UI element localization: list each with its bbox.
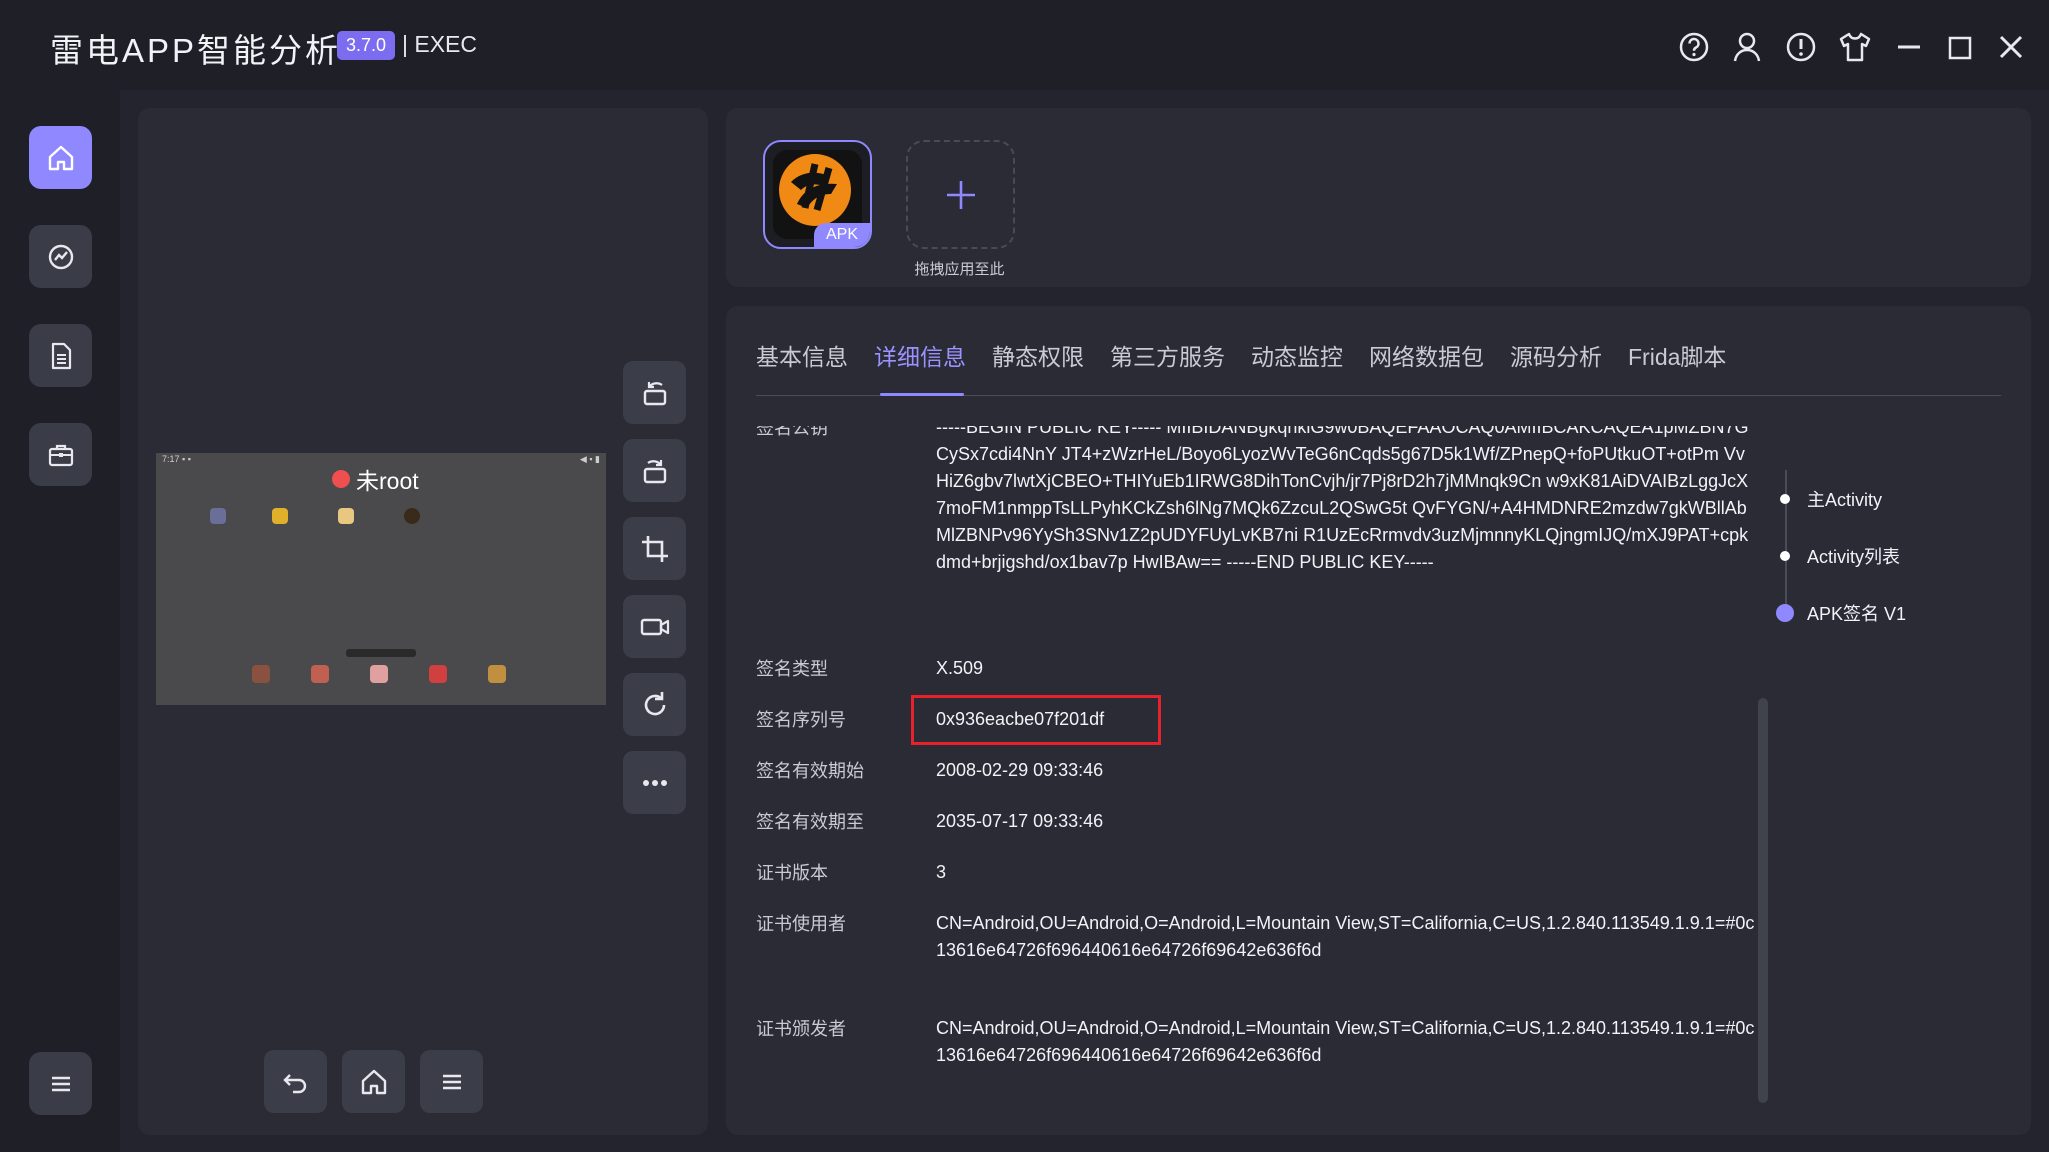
detail-label: 证书颁发者	[756, 1019, 846, 1039]
detail-label: 签名有效期始	[756, 761, 864, 781]
timeline-dot	[1780, 494, 1790, 504]
detail-label: 证书版本	[756, 863, 828, 883]
public-key-value: -----BEGIN PUBLIC KEY----- MIIBIDANBgkqh…	[936, 426, 1749, 572]
title-bar: 雷电APP智能分析 3.7.0 | EXEC	[0, 0, 2049, 90]
cert-subject-value: CN=Android,OU=Android,O=Android,L=Mounta…	[936, 913, 1755, 960]
timeline-item-activity-list[interactable]: Activity列表	[1772, 543, 1900, 569]
timeline-dot	[1780, 551, 1790, 561]
user-icon[interactable]	[1730, 30, 1764, 64]
hamburger-icon	[439, 1069, 465, 1095]
drop-app-label: 拖拽应用至此	[914, 261, 1005, 278]
sidebar	[0, 90, 120, 1152]
detail-label: 签名公钥	[756, 426, 828, 438]
more-dots-icon	[639, 767, 671, 799]
device-app-icon[interactable]	[210, 508, 226, 524]
device-back-button[interactable]	[264, 1050, 327, 1113]
device-status-right: ◀ ▪ ▮	[579, 454, 600, 464]
tab-detail-info[interactable]: 详细信息	[874, 338, 966, 372]
sidebar-menu-button[interactable]	[29, 1052, 92, 1115]
document-icon	[46, 341, 76, 371]
certificate-details: 签名公钥 -----BEGIN PUBLIC KEY----- MIIBIDAN…	[756, 426, 1756, 1096]
timeline-item-main-activity[interactable]: 主Activity	[1772, 486, 1882, 512]
timeline-dot-active	[1776, 604, 1794, 622]
rotate-left-icon	[639, 377, 671, 409]
active-tab-indicator	[880, 393, 964, 396]
rotate-left-button[interactable]	[623, 361, 686, 424]
add-app-dropzone[interactable]	[906, 140, 1015, 249]
valid-from-value: 2008-02-29 09:33:46	[936, 760, 1104, 780]
tab-static-permissions[interactable]: 静态权限	[992, 338, 1084, 372]
crop-icon	[639, 533, 671, 565]
device-app-icon[interactable]	[404, 508, 420, 524]
version-badge: 3.7.0	[337, 31, 396, 60]
timeline-label: Activity列表	[1807, 547, 1901, 567]
tab-third-party[interactable]: 第三方服务	[1110, 338, 1225, 372]
root-status-label: 未root	[356, 468, 419, 494]
tab-network-packets[interactable]: 网络数据包	[1369, 338, 1484, 372]
device-dock-icon[interactable]	[311, 665, 329, 683]
apk-app-card[interactable]: APK	[763, 140, 872, 249]
detail-label: 签名有效期至	[756, 812, 864, 832]
device-dock-icon[interactable]	[488, 665, 506, 683]
root-status-dot	[332, 470, 350, 488]
timeline-label: 主Activity	[1807, 490, 1883, 510]
maximize-icon[interactable]	[1943, 30, 1977, 64]
menu-icon	[48, 1071, 74, 1097]
sidebar-item-documents[interactable]	[29, 324, 92, 387]
skin-shirt-icon[interactable]	[1838, 30, 1872, 64]
details-scrollbar[interactable]	[1758, 698, 1768, 1103]
exec-label: | EXEC	[402, 31, 477, 57]
refresh-icon	[639, 689, 671, 721]
video-camera-icon	[639, 611, 671, 643]
device-app-icon[interactable]	[338, 508, 354, 524]
help-icon[interactable]	[1677, 30, 1711, 64]
plus-icon	[944, 178, 978, 212]
device-dock-icon[interactable]	[252, 665, 270, 683]
timeline-label: APK签名 V1	[1807, 604, 1907, 624]
detail-label: 签名序列号	[756, 710, 846, 730]
analytics-icon	[46, 242, 76, 272]
sidebar-item-home[interactable]	[29, 126, 92, 189]
signature-type-value: X.509	[936, 658, 984, 678]
device-dock-icon[interactable]	[370, 665, 388, 683]
apk-tag: APK	[814, 223, 870, 247]
timeline-item-apk-signature[interactable]: APK签名 V1	[1772, 600, 1906, 626]
alert-icon[interactable]	[1784, 30, 1818, 64]
toolbox-icon	[46, 440, 76, 470]
device-screen[interactable]: 7:17 ▪ ▪ ◀ ▪ ▮ 未root	[156, 453, 606, 705]
valid-to-value: 2035-07-17 09:33:46	[936, 811, 1104, 831]
screenshot-crop-button[interactable]	[623, 517, 686, 580]
device-status-left: 7:17 ▪ ▪	[162, 454, 191, 464]
detail-label: 签名类型	[756, 659, 828, 679]
serial-number-highlight	[911, 695, 1161, 745]
home-icon	[46, 143, 76, 173]
detail-label: 证书使用者	[756, 914, 846, 934]
device-search-bar[interactable]	[346, 649, 416, 657]
back-icon	[281, 1067, 311, 1097]
record-video-button[interactable]	[623, 595, 686, 658]
minimize-icon[interactable]	[1892, 30, 1926, 64]
app-title: 雷电APP智能分析	[50, 32, 342, 69]
device-app-icon[interactable]	[272, 508, 288, 524]
tab-bar: 基本信息 详细信息 静态权限 第三方服务 动态监控 网络数据包 源码分析 Fri…	[756, 338, 1726, 372]
home-outline-icon	[359, 1067, 389, 1097]
rotate-right-icon	[639, 455, 671, 487]
rotate-right-button[interactable]	[623, 439, 686, 502]
device-menu-button[interactable]	[420, 1050, 483, 1113]
close-icon[interactable]	[1994, 30, 2028, 64]
device-dock-icon[interactable]	[429, 665, 447, 683]
refresh-button[interactable]	[623, 673, 686, 736]
sidebar-item-analytics[interactable]	[29, 225, 92, 288]
tab-source-analysis[interactable]: 源码分析	[1510, 338, 1602, 372]
sidebar-item-toolbox[interactable]	[29, 423, 92, 486]
cert-issuer-value: CN=Android,OU=Android,O=Android,L=Mounta…	[936, 1018, 1755, 1065]
tab-basic-info[interactable]: 基本信息	[756, 338, 848, 372]
device-home-button[interactable]	[342, 1050, 405, 1113]
tab-dynamic-monitor[interactable]: 动态监控	[1251, 338, 1343, 372]
cert-version-value: 3	[936, 862, 947, 882]
root-indicator: 未root	[332, 462, 419, 496]
tab-frida-script[interactable]: Frida脚本	[1628, 338, 1726, 372]
more-options-button[interactable]	[623, 751, 686, 814]
